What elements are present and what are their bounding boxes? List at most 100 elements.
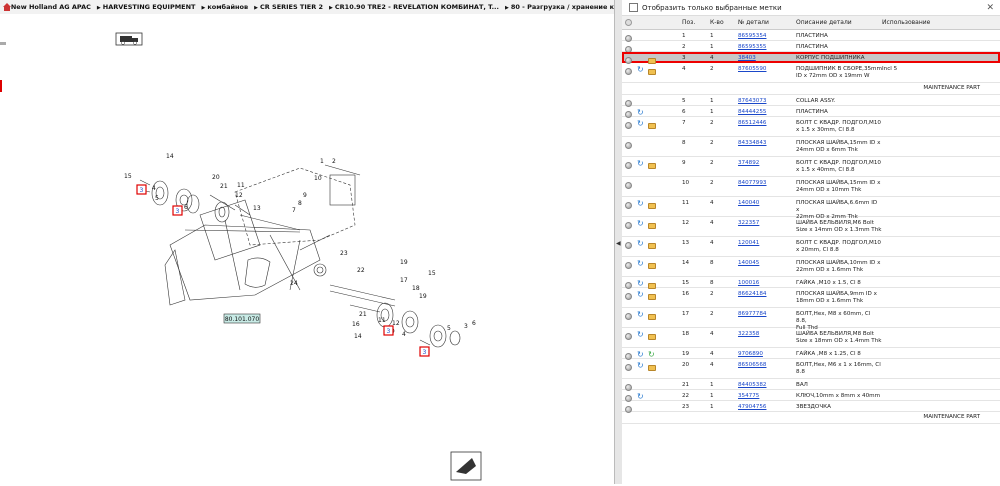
filter-checkbox[interactable] — [629, 3, 638, 12]
breadcrumb-item[interactable]: ▶ HARVESTING EQUIPMENT — [97, 3, 196, 11]
callout-number[interactable]: 6 — [472, 320, 476, 327]
col-description[interactable]: Описание детали — [796, 19, 882, 26]
status-dot-icon[interactable] — [625, 406, 632, 413]
callout-number[interactable]: 4 — [402, 331, 406, 338]
part-number-link[interactable]: 86512446 — [738, 120, 766, 126]
table-row[interactable]: 9 2 374892 БОЛТ С КВАДР. ПОДГОЛ,M10x 1.5 x … — [622, 157, 1000, 177]
package-icon[interactable] — [648, 69, 656, 75]
col-pos[interactable]: Поз. — [682, 19, 710, 26]
status-dot-icon[interactable] — [625, 242, 632, 249]
callout-number[interactable]: 4 — [152, 185, 156, 192]
status-dot-icon[interactable] — [625, 142, 632, 149]
callout-number[interactable]: 8 — [298, 200, 302, 207]
col-part-number[interactable]: № детали — [738, 19, 796, 26]
part-number-link[interactable]: 87605590 — [738, 66, 766, 72]
breadcrumb-item[interactable]: ▶ CR SERIES TIER 2 — [254, 3, 323, 11]
part-number-link[interactable]: 86506568 — [738, 362, 766, 368]
exchange-icon[interactable] — [637, 260, 644, 269]
exchange-icon[interactable] — [637, 160, 644, 169]
reference-label[interactable]: 80.101.070 — [223, 313, 261, 324]
part-number-link[interactable]: 120041 — [738, 240, 759, 246]
callout-number[interactable]: 9 — [303, 192, 307, 199]
part-number-link[interactable]: 354775 — [738, 393, 759, 399]
callout-number[interactable]: 24 — [290, 280, 298, 287]
exchange-icon[interactable] — [637, 291, 644, 300]
callout-number[interactable]: 2 — [332, 158, 336, 165]
table-row[interactable]: 4 2 87605590 ПОДШИПНИК В СБОРЕ,35mmID x 72m… — [622, 63, 1000, 83]
package-icon[interactable] — [648, 334, 656, 340]
status-dot-icon[interactable] — [625, 293, 632, 300]
table-row[interactable]: 16 2 86624184 ПЛОСКАЯ ШАЙБА,9mm ID x18mm OD… — [622, 288, 1000, 308]
callout-number[interactable]: 16 — [352, 321, 360, 328]
part-number-link[interactable]: 84077993 — [738, 180, 766, 186]
status-dot-icon[interactable] — [625, 182, 632, 189]
callout-number[interactable]: 22 — [357, 267, 365, 274]
breadcrumb-item[interactable]: ▶ CR10.90 TRE2 - REVELATION КОМБИНАТ, T..… — [329, 3, 499, 11]
callout-number[interactable]: 21 — [359, 311, 367, 318]
part-number-link[interactable]: 86595355 — [738, 44, 766, 50]
table-row[interactable]: 18 4 322358 ШАЙБА БЕЛЬВИЛЯ,M8 BoltSize x 18… — [622, 328, 1000, 348]
status-dot-icon[interactable] — [625, 122, 632, 129]
callout-number[interactable]: 11 — [378, 317, 386, 324]
part-number-link[interactable]: 322358 — [738, 331, 759, 337]
exchange-icon[interactable] — [637, 331, 644, 340]
callout-number[interactable]: 19 — [400, 259, 408, 266]
status-dot-icon[interactable] — [625, 333, 632, 340]
exchange-icon[interactable] — [637, 362, 644, 371]
part-number-link[interactable]: 47904756 — [738, 404, 766, 410]
table-row[interactable]: 23 1 47904756 ЗВЕЗДОЧКА — [622, 401, 1000, 413]
table-row[interactable]: 6 1 84444255 ПЛАСТИНА — [622, 106, 1000, 118]
highlighted-callout[interactable]: 3 — [423, 349, 427, 356]
callout-number[interactable]: 12 — [235, 192, 243, 199]
part-number-link[interactable]: 86595354 — [738, 33, 766, 39]
callout-number[interactable]: 19 — [419, 293, 427, 300]
table-row[interactable]: 15 8 100016 ГАЙКА ,M10 x 1.5, Cl 8 — [622, 277, 1000, 289]
col-usage[interactable]: Использование — [882, 19, 1000, 26]
part-number-link[interactable]: 87643073 — [738, 98, 766, 104]
highlighted-callout[interactable]: 3 — [387, 328, 391, 335]
callout-number[interactable]: 7 — [292, 207, 296, 214]
table-row[interactable]: 114140040ПЛОСКАЯ ШАЙБА,6.6mm ID x22mm OD… — [622, 197, 1000, 220]
part-number-link[interactable]: 84444255 — [738, 109, 766, 115]
part-number-link[interactable]: 322357 — [738, 220, 759, 226]
table-row[interactable]: 8 2 84334843 ПЛОСКАЯ ШАЙБА,15mm ID x 24mm OD… — [622, 137, 1000, 157]
table-row[interactable]: 17286977784БОЛТ,Hex, M8 x 60mm, Cl 8.8,F… — [622, 308, 1000, 331]
navigate-arrow-icon[interactable] — [450, 451, 482, 481]
callout-number[interactable]: 3 — [464, 323, 468, 330]
callout-number[interactable]: 15 — [124, 173, 132, 180]
part-number-link[interactable]: 140045 — [738, 260, 759, 266]
status-dot-icon[interactable] — [625, 202, 632, 209]
part-number-link[interactable]: 140040 — [738, 200, 759, 206]
callout-number[interactable]: 21 — [220, 183, 228, 190]
package-icon[interactable] — [648, 365, 656, 371]
table-row[interactable]: 12 4 322357 ШАЙБА БЕЛЬВИЛЯ,M6 BoltSize x 14… — [622, 217, 1000, 237]
part-number-link[interactable]: 100016 — [738, 280, 759, 286]
package-icon[interactable] — [648, 223, 656, 229]
part-number-link[interactable]: 374892 — [738, 160, 759, 166]
callout-number[interactable]: 5 — [447, 325, 451, 332]
status-dot-icon[interactable] — [625, 162, 632, 169]
status-dot-icon[interactable] — [625, 313, 632, 320]
exchange-icon[interactable] — [637, 120, 644, 129]
exchange-icon[interactable] — [637, 311, 644, 320]
table-row[interactable]: 3 4 38403 КОРПУС ПОДШИПНИКА — [622, 52, 1000, 64]
part-number-link[interactable]: 84405382 — [738, 382, 766, 388]
callout-number[interactable]: 13 — [253, 205, 261, 212]
callout-number[interactable]: 6 — [184, 204, 188, 211]
highlighted-callout[interactable]: 3 — [140, 187, 144, 194]
table-row[interactable]: 10 2 84077993 ПЛОСКАЯ ШАЙБА,15mm ID x 24mm O… — [622, 177, 1000, 197]
table-row[interactable]: 21 1 84405382 ВАЛ — [622, 379, 1000, 391]
table-row[interactable]: 20 4 86506568 БОЛТ,Hex, M6 x 1 x 16mm, Cl8.… — [622, 359, 1000, 379]
callout-number[interactable]: 14 — [166, 153, 174, 160]
status-dot-icon[interactable] — [625, 222, 632, 229]
callout-number[interactable]: 18 — [412, 285, 420, 292]
truck-icon[interactable] — [115, 32, 143, 46]
callout-number[interactable]: 10 — [314, 175, 322, 182]
callout-number[interactable]: 17 — [400, 277, 408, 284]
table-row[interactable]: 7 2 86512446 БОЛТ С КВАДР. ПОДГОЛ,M10x 1.5 … — [622, 117, 1000, 137]
exchange-icon[interactable] — [637, 66, 644, 75]
callout-number[interactable]: 20 — [212, 174, 220, 181]
status-dot-icon[interactable] — [625, 68, 632, 75]
table-row[interactable]: 5 1 87643073 COLLAR ASSY. — [622, 95, 1000, 107]
table-row[interactable]: 13 4 120041 БОЛТ С КВАДР. ПОДГОЛ,M10x 20mm,… — [622, 237, 1000, 257]
